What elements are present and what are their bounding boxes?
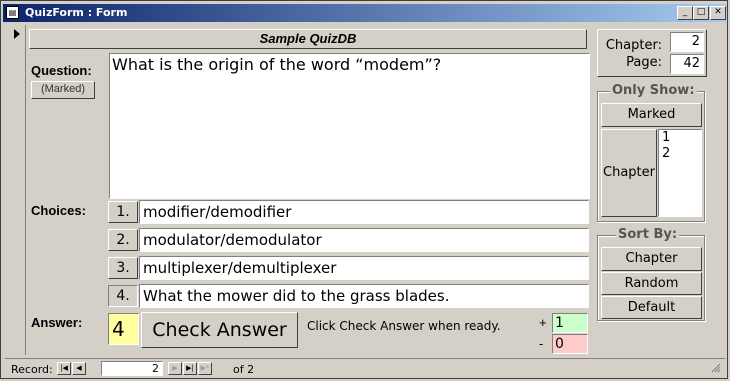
chapter-page-panel: Chapter: 2 Page: 42 (597, 29, 707, 77)
next-record-button[interactable]: ▶ (168, 362, 182, 375)
correct-count: 1 (552, 313, 588, 333)
sort-by-title: Sort By: (616, 227, 680, 242)
window-title: QuizForm : Form (25, 6, 128, 19)
instruction-text: Click Check Answer when ready. (307, 319, 501, 333)
choice-4-text[interactable]: What the mower did to the grass blades. (139, 284, 589, 308)
record-selector[interactable] (5, 25, 26, 355)
choices-label: Choices: (31, 203, 86, 218)
maximize-icon: □ (696, 7, 706, 17)
record-label: Record: (11, 363, 53, 376)
record-number-input[interactable]: 2 (101, 361, 163, 376)
form-window-icon[interactable]: ▤ (6, 6, 19, 19)
question-text[interactable]: What is the origin of the word “modem”? (109, 53, 590, 199)
wrong-count: 0 (552, 334, 588, 354)
first-record-icon: |◀ (60, 364, 68, 372)
question-label: Question: (31, 63, 92, 78)
sort-chapter-button[interactable]: Chapter (601, 247, 702, 271)
sort-random-button[interactable]: Random (601, 272, 702, 295)
marked-toggle-button[interactable]: (Marked) (31, 81, 95, 99)
choice-4-button[interactable]: 4. (108, 285, 138, 307)
form-header: Sample QuizDB (29, 29, 587, 49)
close-icon: ✕ (714, 7, 722, 17)
sort-by-group: Sort By: Chapter Random Default (597, 227, 705, 321)
last-record-button[interactable]: ▶| (183, 362, 197, 375)
minimize-icon: _ (682, 7, 688, 17)
current-record-arrow-icon (14, 29, 20, 39)
chapter-list-item[interactable]: 2 (662, 146, 701, 162)
check-answer-button[interactable]: Check Answer (141, 312, 298, 348)
maximize-button[interactable]: □ (693, 6, 709, 20)
chapter-listbox[interactable]: 1 2 (658, 129, 702, 217)
first-record-button[interactable]: |◀ (57, 362, 71, 375)
correct-sign: + (539, 315, 547, 330)
new-record-icon: ▶* (200, 364, 210, 372)
answer-input[interactable]: 4 (108, 313, 139, 345)
form-window: ▤ QuizForm : Form _ □ ✕ Sample QuizDB Qu… (0, 0, 728, 379)
marked-filter-button[interactable]: Marked (601, 103, 702, 127)
close-button[interactable]: ✕ (710, 6, 726, 20)
previous-record-icon: ◀ (76, 364, 82, 372)
next-record-icon: ▶ (172, 364, 178, 372)
chapter-label: Chapter: (605, 38, 662, 53)
wrong-sign: - (539, 336, 544, 351)
sort-default-button[interactable]: Default (601, 296, 702, 319)
last-record-icon: ▶| (186, 364, 194, 372)
record-navigation-bar: Record: |◀ ◀ 2 ▶ ▶| ▶* of 2 (5, 358, 725, 377)
only-show-group: Only Show: Marked Chapter 1 2 (597, 83, 705, 222)
chapter-list-item[interactable]: 1 (662, 130, 701, 146)
new-record-button[interactable]: ▶* (198, 362, 212, 375)
choice-3-button[interactable]: 3. (108, 257, 138, 279)
form-body: Sample QuizDB Question: (Marked) What is… (26, 25, 726, 355)
only-show-title: Only Show: (610, 83, 697, 98)
answer-label: Answer: (31, 315, 83, 330)
chapter-value[interactable]: 2 (670, 32, 704, 52)
choice-2-button[interactable]: 2. (108, 229, 138, 251)
page-value[interactable]: 42 (670, 54, 704, 74)
choice-2-text[interactable]: modulator/demodulator (139, 228, 589, 252)
page-label: Page: (626, 55, 662, 70)
size-grip-icon[interactable] (711, 363, 721, 373)
previous-record-button[interactable]: ◀ (72, 362, 86, 375)
choice-1-text[interactable]: modifier/demodifier (139, 200, 589, 224)
chapter-filter-button[interactable]: Chapter (601, 129, 657, 217)
choice-3-text[interactable]: multiplexer/demultiplexer (139, 256, 589, 280)
title-bar[interactable]: ▤ QuizForm : Form _ □ ✕ (3, 4, 727, 22)
minimize-button[interactable]: _ (677, 6, 693, 20)
choice-1-button[interactable]: 1. (108, 201, 138, 223)
record-count: of 2 (233, 363, 255, 376)
